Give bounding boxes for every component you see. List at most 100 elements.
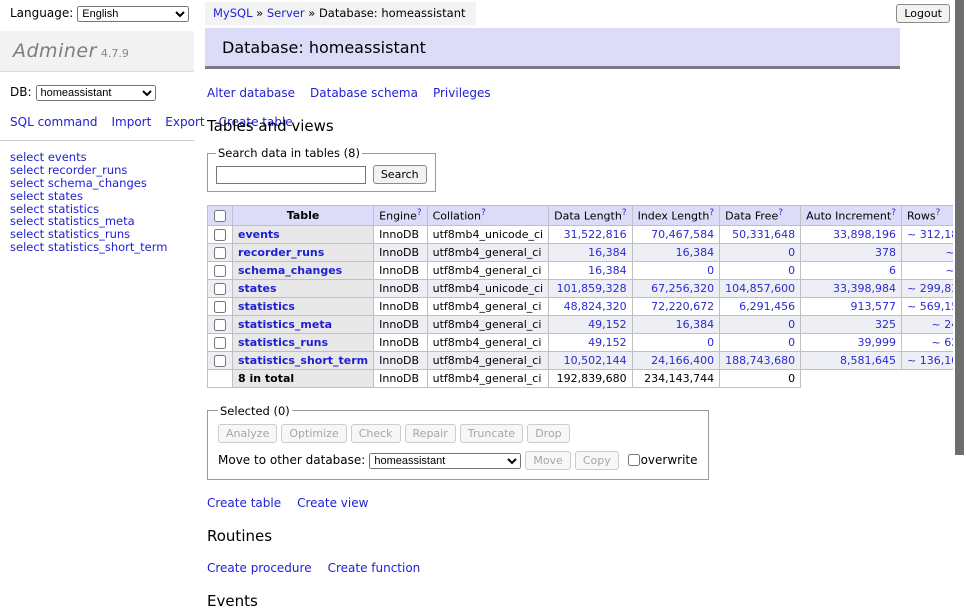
sidebar-link-import[interactable]: Import [111,115,151,129]
privileges-link[interactable]: Privileges [433,86,491,100]
help-icon[interactable]: ? [778,208,783,218]
collation-cell: utf8mb4_general_ci [427,315,548,333]
sidebar-item-select-states[interactable]: select states [10,190,194,203]
copy-button: Copy [575,451,619,470]
data-free-cell: 50,331,648 [720,225,801,243]
row-checkbox[interactable] [214,229,226,241]
table-link-states[interactable]: states [238,282,277,295]
data-length-cell: 31,522,816 [549,225,632,243]
table-link-statistics[interactable]: statistics [238,300,295,313]
collation-cell: utf8mb4_unicode_ci [427,279,548,297]
table-link-statistics-short-term[interactable]: statistics_short_term [238,354,368,367]
table-name-cell: events [233,225,374,243]
sidebar-item-select-schema-changes[interactable]: select schema_changes [10,177,194,190]
sidebar-item-select-events[interactable]: select events [10,151,194,164]
selected-buttons-row: AnalyzeOptimizeCheckRepairTruncateDrop [218,424,698,443]
search-button[interactable]: Search [373,165,427,184]
search-legend: Search data in tables (8) [216,146,362,160]
auto-increment-cell: 33,898,196 [801,225,902,243]
total-engine-cell: InnoDB [374,369,427,387]
logout-button[interactable]: Logout [896,4,950,23]
data-free-cell: 0 [720,261,801,279]
auto-increment-cell: 39,999 [801,333,902,351]
search-input[interactable] [216,166,366,184]
row-checkbox[interactable] [214,355,226,367]
engine-cell: InnoDB [374,243,427,261]
sidebar-item-select-statistics-short-term[interactable]: select statistics_short_term [10,241,194,254]
create-table-link[interactable]: Create table [207,496,281,510]
create-view-link[interactable]: Create view [297,496,368,510]
help-icon[interactable]: ? [481,208,486,218]
table-link-recorder-runs[interactable]: recorder_runs [238,246,324,259]
engine-cell: InnoDB [374,225,427,243]
table-link-statistics-runs[interactable]: statistics_runs [238,336,328,349]
engine-cell: InnoDB [374,279,427,297]
sidebar-link-export[interactable]: Export [165,115,204,129]
help-icon[interactable]: ? [891,208,896,218]
create-function-link[interactable]: Create function [328,561,421,575]
search-fieldset: Search data in tables (8) Search [207,146,436,192]
app-version[interactable]: 4.7.9 [101,47,129,60]
alter-database-link[interactable]: Alter database [207,86,295,100]
row-checkbox[interactable] [214,301,226,313]
auto-increment-cell: 325 [801,315,902,333]
tables-heading: Tables and views [207,117,952,135]
engine-cell: InnoDB [374,297,427,315]
total-label-cell: 8 in total [233,369,374,387]
sidebar: Language:English Adminer4.7.9 DB:homeass… [0,0,194,543]
breadcrumb-link-server[interactable]: Server [267,6,305,20]
row-select-cell [208,297,233,315]
index-length-cell: 70,467,584 [632,225,720,243]
data-length-cell: 48,824,320 [549,297,632,315]
index-length-cell: 72,220,672 [632,297,720,315]
index-length-cell: 0 [632,333,720,351]
index-length-cell: 67,256,320 [632,279,720,297]
database-schema-link[interactable]: Database schema [310,86,418,100]
table-link-schema-changes[interactable]: schema_changes [238,264,342,277]
row-select-cell [208,333,233,351]
row-checkbox[interactable] [214,247,226,259]
check-button: Check [351,424,401,443]
move-db-select[interactable]: homeassistant [369,453,521,469]
total-select-cell [208,369,233,387]
table-body: eventsInnoDButf8mb4_unicode_ci31,522,816… [208,225,966,387]
create-links: Create table Create view [207,496,952,510]
table-row: statistics InnoDButf8mb4_general_ci48,824… [208,297,966,315]
help-icon[interactable]: ? [622,208,627,218]
db-label: DB: [10,85,32,99]
sidebar-item-select-recorder-runs[interactable]: select recorder_runs [10,164,194,177]
create-procedure-link[interactable]: Create procedure [207,561,312,575]
row-checkbox[interactable] [214,337,226,349]
engine-cell: InnoDB [374,315,427,333]
data-length-cell: 10,502,144 [549,351,632,369]
row-checkbox[interactable] [214,319,226,331]
collation-cell: utf8mb4_general_ci [427,297,548,315]
overwrite-checkbox[interactable] [628,454,640,466]
row-checkbox[interactable] [214,283,226,295]
scrollbar-thumb[interactable] [955,0,964,455]
scrollbar-track[interactable] [953,0,966,543]
row-checkbox[interactable] [214,265,226,277]
sidebar-link-sql-command[interactable]: SQL command [10,115,97,129]
column-header-table: Table [233,206,374,226]
collation-cell: utf8mb4_general_ci [427,243,548,261]
analyze-button: Analyze [218,424,277,443]
column-header-engine: Engine? [374,206,427,226]
db-select[interactable]: homeassistant [36,85,156,101]
data-free-cell: 104,857,600 [720,279,801,297]
data-length-cell: 49,152 [549,315,632,333]
routine-links: Create procedure Create function [207,561,952,575]
auto-increment-cell: 33,398,984 [801,279,902,297]
table-link-events[interactable]: events [238,228,280,241]
table-row: recorder_runsInnoDButf8mb4_general_ci16,… [208,243,966,261]
language-select[interactable]: English [77,6,189,22]
table-name-cell: statistics [233,297,374,315]
table-name-cell: recorder_runs [233,243,374,261]
help-icon[interactable]: ? [936,208,941,218]
select-all-checkbox[interactable] [214,210,226,222]
help-icon[interactable]: ? [709,208,714,218]
brand-band: Adminer4.7.9 [0,31,194,72]
table-link-statistics-meta[interactable]: statistics_meta [238,318,332,331]
help-icon[interactable]: ? [417,208,422,218]
breadcrumb-link-mysql[interactable]: MySQL [213,6,253,20]
